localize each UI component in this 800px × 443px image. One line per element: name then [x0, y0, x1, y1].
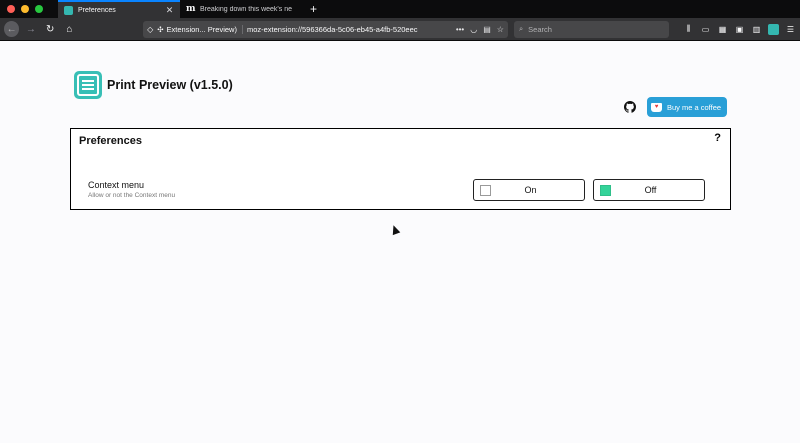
context-menu-label: Context menu: [88, 180, 145, 190]
pocket-icon[interactable]: ◡: [470, 25, 477, 34]
preferences-panel: Preferences ? Context menu Allow or not …: [70, 128, 731, 210]
window-controls: [0, 5, 58, 13]
page-title: Print Preview (v1.5.0): [107, 78, 233, 92]
site-identity[interactable]: ✣ Extension... Preview): [157, 24, 243, 34]
search-input[interactable]: ⌕ Search: [513, 20, 669, 38]
off-label: Off: [644, 185, 657, 195]
extension-calc-icon[interactable]: ▥: [751, 24, 762, 35]
extension-page: Print Preview (v1.5.0) ♥ Buy me a coffee…: [0, 41, 800, 443]
back-button[interactable]: ←: [4, 21, 20, 37]
url-bar[interactable]: ◇ ✣ Extension... Preview) moz-extension:…: [143, 20, 508, 38]
tab-label: Preferences: [78, 6, 116, 14]
bookmark-star-icon[interactable]: ☆: [497, 25, 504, 34]
on-label: On: [524, 185, 537, 195]
help-icon[interactable]: ?: [714, 132, 721, 144]
tab-article[interactable]: m Breaking down this week's ne: [180, 0, 302, 18]
context-menu-on-button[interactable]: On: [473, 179, 585, 201]
home-button[interactable]: ⌂: [62, 21, 77, 37]
tab-preferences[interactable]: Preferences ✕: [58, 0, 180, 18]
identity-label: Extension... Preview): [166, 24, 237, 34]
url-actions: ••• ◡ ▤ ☆: [456, 25, 504, 34]
extension-grid-icon[interactable]: ▦: [717, 24, 728, 35]
reader-icon[interactable]: ▤: [483, 25, 491, 34]
navigation-toolbar: ← → ↻ ⌂ ◇ ✣ Extension... Preview) moz-ex…: [0, 18, 800, 41]
close-icon[interactable]: ✕: [165, 5, 174, 16]
toolbar-icons: ⫼ ▭ ▦ ▣ ▥ ☰: [683, 23, 796, 35]
sidebar-icon[interactable]: ▭: [700, 24, 711, 35]
coffee-label: Buy me a coffee: [667, 102, 722, 112]
coffee-cup-icon: ♥: [651, 102, 662, 112]
reload-button[interactable]: ↻: [43, 21, 58, 37]
minimize-window-button[interactable]: [21, 5, 29, 13]
tab-strip: Preferences ✕ m Breaking down this week'…: [0, 0, 800, 18]
forward-button[interactable]: →: [23, 21, 38, 37]
search-placeholder: Search: [528, 24, 552, 34]
url-text[interactable]: moz-extension://596366da-5c06-eb45-a4fb-…: [247, 25, 452, 34]
mouse-cursor-icon: [389, 223, 401, 236]
menu-icon[interactable]: ☰: [785, 24, 796, 35]
extension-box-icon[interactable]: ▣: [734, 24, 745, 35]
preferences-title: Preferences: [79, 135, 142, 147]
tab-label: Breaking down this week's ne: [200, 5, 292, 13]
m-logo-icon: m: [186, 4, 196, 14]
shield-icon[interactable]: ◇: [147, 25, 153, 34]
browser-window: Preferences ✕ m Breaking down this week'…: [0, 0, 800, 443]
more-actions-icon[interactable]: •••: [456, 25, 464, 34]
zoom-window-button[interactable]: [35, 5, 43, 13]
buy-me-a-coffee-button[interactable]: ♥ Buy me a coffee: [647, 97, 727, 117]
new-tab-button[interactable]: +: [302, 0, 317, 18]
checkbox-checked-icon: [600, 184, 611, 196]
checkbox-icon: [480, 184, 491, 196]
print-preview-logo-icon: [74, 71, 102, 99]
print-preview-icon: [64, 5, 73, 15]
search-icon: ⌕: [518, 24, 524, 33]
puzzle-icon: ✣: [157, 24, 164, 34]
context-menu-off-button[interactable]: Off: [593, 179, 705, 201]
library-icon[interactable]: ⫼: [683, 24, 694, 35]
print-preview-extension-icon[interactable]: [768, 23, 779, 35]
context-menu-description: Allow or not the Context menu: [88, 192, 176, 199]
github-icon[interactable]: [624, 101, 636, 113]
close-window-button[interactable]: [7, 5, 15, 13]
